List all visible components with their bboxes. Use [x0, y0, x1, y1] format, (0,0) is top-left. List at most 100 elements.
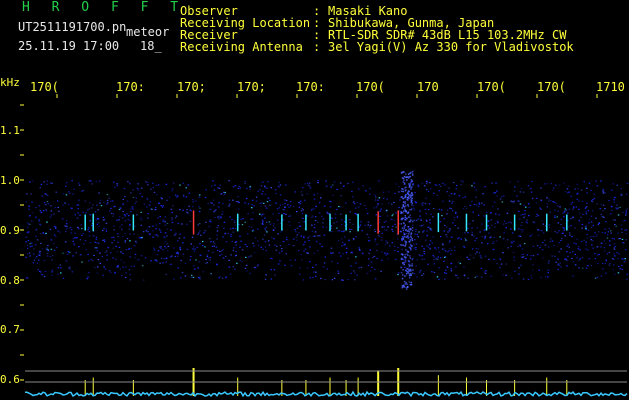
noise-speck — [64, 241, 67, 243]
noise-speck — [588, 222, 590, 224]
noise-speck — [329, 206, 332, 208]
noise-speck — [570, 225, 572, 227]
noise-speck — [621, 268, 623, 270]
noise-speck — [102, 219, 105, 221]
noise-speck — [448, 187, 450, 189]
noise-speck — [314, 216, 317, 218]
noise-speck — [405, 275, 407, 277]
noise-speck — [519, 244, 521, 246]
noise-speck — [542, 223, 545, 225]
noise-speck — [228, 205, 230, 207]
noise-speck — [104, 241, 106, 243]
noise-speck — [29, 215, 31, 217]
noise-speck — [574, 188, 576, 190]
noise-speck — [446, 213, 448, 215]
noise-speck — [617, 257, 619, 259]
noise-speck — [198, 196, 200, 198]
noise-speck — [250, 255, 252, 257]
noise-speck — [444, 184, 446, 186]
noise-speck — [320, 277, 322, 280]
noise-speck — [529, 235, 531, 237]
noise-speck — [228, 199, 231, 201]
noise-speck — [184, 275, 187, 277]
noise-speck — [130, 248, 132, 250]
noise-speck — [200, 234, 202, 236]
noise-speck — [141, 219, 143, 221]
smear-speck — [408, 269, 410, 271]
noise-speck — [39, 270, 41, 272]
smear-speck — [410, 270, 412, 272]
noise-speck — [199, 254, 201, 256]
noise-speck — [205, 221, 207, 223]
noise-speck — [469, 254, 472, 256]
noise-speck — [212, 241, 215, 243]
noise-speck — [198, 206, 200, 208]
noise-speck — [362, 185, 365, 187]
noise-speck — [488, 227, 491, 229]
noise-speck — [571, 201, 574, 204]
noise-speck — [264, 241, 267, 243]
noise-speck — [594, 277, 597, 279]
noise-speck — [42, 210, 45, 212]
noise-speck — [404, 261, 407, 263]
noise-speck — [159, 222, 161, 225]
smear-speck — [404, 260, 407, 262]
noise-speck — [82, 233, 84, 235]
noise-speck — [438, 267, 440, 269]
smear-speck — [400, 190, 403, 192]
noise-speck — [381, 232, 383, 234]
noise-speck — [62, 252, 64, 254]
noise-speck — [294, 259, 296, 261]
noise-speck — [415, 243, 418, 245]
smear-speck — [410, 245, 413, 247]
noise-speck — [548, 224, 551, 226]
noise-speck — [325, 226, 328, 228]
noise-speck — [165, 273, 167, 275]
noise-speck — [95, 238, 98, 240]
noise-speck — [41, 195, 44, 197]
noise-speck — [173, 247, 175, 249]
noise-speck — [231, 240, 233, 243]
noise-speck — [554, 209, 556, 211]
noise-speck — [41, 274, 44, 276]
noise-speck — [164, 232, 167, 234]
noise-speck — [51, 269, 54, 271]
smear-speck — [403, 179, 405, 182]
noise-speck — [153, 209, 156, 211]
noise-speck — [385, 220, 387, 222]
noise-speck — [209, 219, 212, 221]
noise-speck — [595, 217, 597, 219]
noise-speck — [112, 257, 114, 259]
noise-speck — [53, 242, 55, 245]
noise-speck — [306, 182, 309, 184]
noise-speck — [100, 205, 103, 207]
noise-speck — [502, 252, 504, 254]
noise-speck — [310, 209, 313, 211]
smear-speck — [401, 227, 404, 229]
noise-speck — [590, 236, 592, 238]
noise-speck — [213, 204, 215, 206]
noise-speck — [315, 271, 317, 273]
noise-speck — [221, 277, 224, 279]
noise-speck — [368, 239, 371, 241]
noise-speck — [612, 269, 614, 271]
noise-speck — [234, 268, 236, 270]
noise-speck — [163, 258, 166, 260]
noise-speck — [519, 218, 521, 220]
noise-speck — [312, 276, 314, 279]
noise-speck — [565, 209, 568, 211]
smear-speck — [409, 183, 412, 185]
noise-speck — [299, 267, 301, 269]
noise-speck — [323, 234, 326, 236]
noise-speck — [132, 208, 134, 210]
noise-speck — [579, 212, 581, 214]
noise-speck — [367, 224, 369, 226]
noise-speck — [433, 271, 436, 274]
noise-speck — [275, 249, 278, 251]
noise-speck — [433, 259, 435, 261]
noise-speck — [262, 213, 265, 215]
smear-speck — [402, 197, 404, 200]
noise-speck — [306, 252, 308, 254]
noise-speck — [296, 227, 299, 229]
smear-speck — [406, 212, 409, 214]
